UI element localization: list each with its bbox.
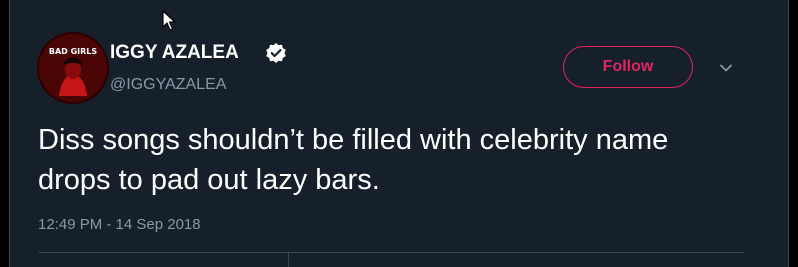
mouse-pointer-icon	[162, 10, 176, 32]
handle[interactable]: @IGGYAZALEA	[110, 76, 226, 94]
tweet-timestamp[interactable]: 12:49 PM - 14 Sep 2018	[38, 216, 201, 233]
divider-tick	[288, 252, 289, 267]
chevron-down-icon[interactable]	[718, 60, 734, 76]
avatar-logo-text: BAD GIRLS	[49, 47, 98, 56]
avatar-image: BAD GIRLS	[37, 32, 109, 104]
tweet-text: Diss songs shouldn’t be filled with cele…	[38, 124, 669, 196]
avatar[interactable]: BAD GIRLS	[37, 32, 109, 104]
display-name[interactable]: IGGY AZALEA	[110, 42, 239, 64]
divider	[38, 252, 744, 253]
verified-badge-icon	[265, 42, 287, 64]
follow-button[interactable]: Follow	[563, 46, 693, 88]
screen: BAD GIRLS IGGY AZALEA @IGGYAZALEA Follow…	[0, 0, 798, 267]
